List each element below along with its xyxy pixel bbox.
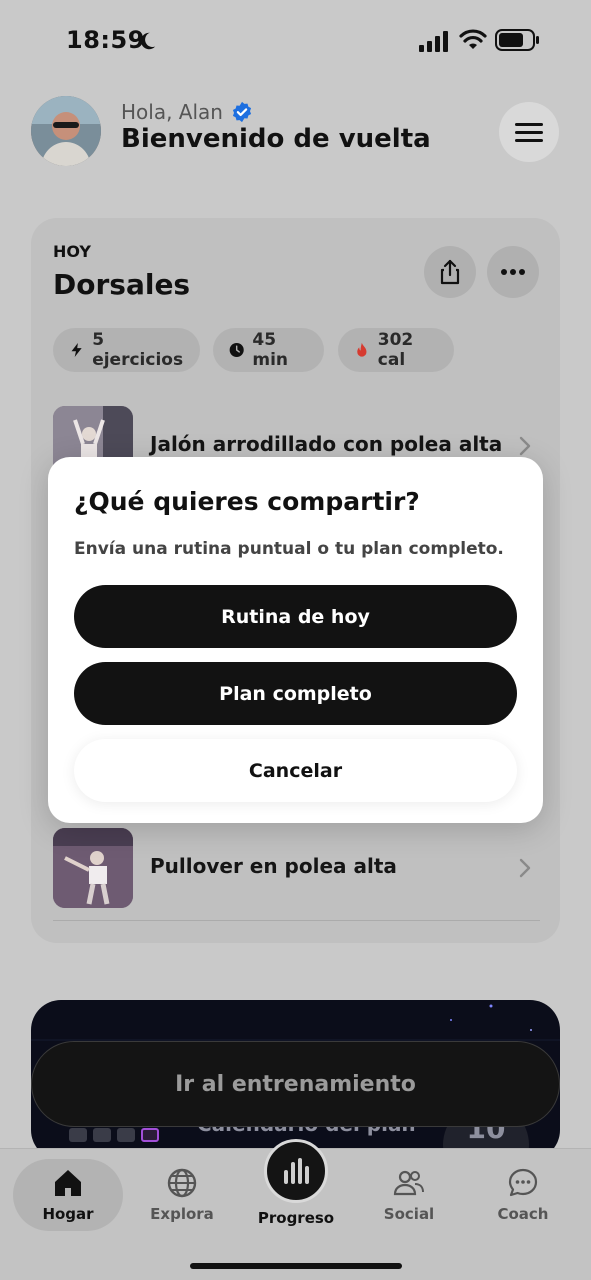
exercises-count-chip: 5 ejercicios (53, 328, 200, 372)
exercise-row[interactable]: Pullover en polea alta (53, 828, 540, 908)
battery-icon (495, 29, 539, 51)
calories-value: 302 cal (377, 330, 414, 370)
cancel-button[interactable]: Cancelar (74, 739, 517, 802)
bar-chart-icon (284, 1158, 309, 1184)
chevron-right-icon (519, 858, 531, 878)
fire-icon (357, 342, 367, 357)
share-modal-subtitle: Envía una rutina puntual o tu plan compl… (74, 539, 504, 559)
duration-chip: 45 min (213, 328, 324, 372)
welcome-title: Bienvenido de vuelta (121, 124, 431, 154)
ellipsis-icon (501, 269, 525, 275)
lightning-icon (71, 343, 82, 357)
greeting: Hola, Alan (121, 100, 253, 124)
moon-icon (140, 32, 156, 50)
share-today-routine-button[interactable]: Rutina de hoy (74, 585, 517, 648)
nav-home[interactable]: Hogar (13, 1159, 123, 1231)
divider (53, 920, 540, 921)
wifi-icon (459, 29, 487, 49)
go-to-workout-button[interactable]: Ir al entrenamiento (31, 1041, 560, 1127)
progress-circle (264, 1139, 328, 1203)
nav-explore-label: Explora (150, 1205, 214, 1223)
hamburger-icon (515, 123, 543, 142)
exercise-photo (53, 828, 133, 908)
share-full-plan-button[interactable]: Plan completo (74, 662, 517, 725)
nav-coach[interactable]: Coach (468, 1159, 578, 1231)
calendar-keys (69, 1128, 159, 1142)
duration-value: 45 min (252, 330, 289, 370)
nav-coach-label: Coach (497, 1205, 549, 1223)
nav-explore[interactable]: Explora (127, 1159, 237, 1231)
share-icon (440, 259, 460, 285)
nav-progress-label: Progreso (257, 1209, 335, 1227)
exercise-thumbnail (53, 828, 133, 908)
share-modal-title: ¿Qué quieres compartir? (74, 487, 420, 516)
today-label: HOY (53, 242, 92, 261)
more-options-button[interactable] (487, 246, 539, 298)
chat-icon (508, 1168, 538, 1197)
exercise-name: Pullover en polea alta (150, 854, 397, 878)
home-indicator (190, 1263, 402, 1269)
verified-badge-icon (232, 101, 252, 123)
share-modal: ¿Qué quieres compartir? Envía una rutina… (48, 457, 543, 823)
nav-progress[interactable]: Progreso (232, 1139, 360, 1239)
cellular-signal-icon (419, 31, 448, 52)
nav-social[interactable]: Social (354, 1159, 464, 1231)
menu-button[interactable] (499, 102, 559, 162)
share-button[interactable] (424, 246, 476, 298)
nav-home-label: Hogar (42, 1205, 94, 1223)
routine-title: Dorsales (53, 268, 191, 301)
avatar-photo (31, 96, 101, 166)
home-icon (55, 1170, 81, 1196)
status-bar: 18:59 (0, 0, 591, 80)
globe-icon (167, 1168, 197, 1198)
calories-chip: 302 cal (338, 328, 454, 372)
avatar[interactable] (31, 96, 101, 166)
chevron-right-icon (519, 436, 531, 456)
clock-icon (229, 342, 244, 358)
greeting-text: Hola, Alan (121, 100, 223, 124)
users-icon (393, 1170, 424, 1196)
exercise-name: Jalón arrodillado con polea alta (150, 432, 503, 456)
nav-social-label: Social (383, 1205, 435, 1223)
bottom-nav: Hogar Explora Progreso Social Coach (0, 1139, 591, 1280)
exercises-count: 5 ejercicios (92, 330, 184, 370)
status-time: 18:59 (66, 26, 145, 54)
